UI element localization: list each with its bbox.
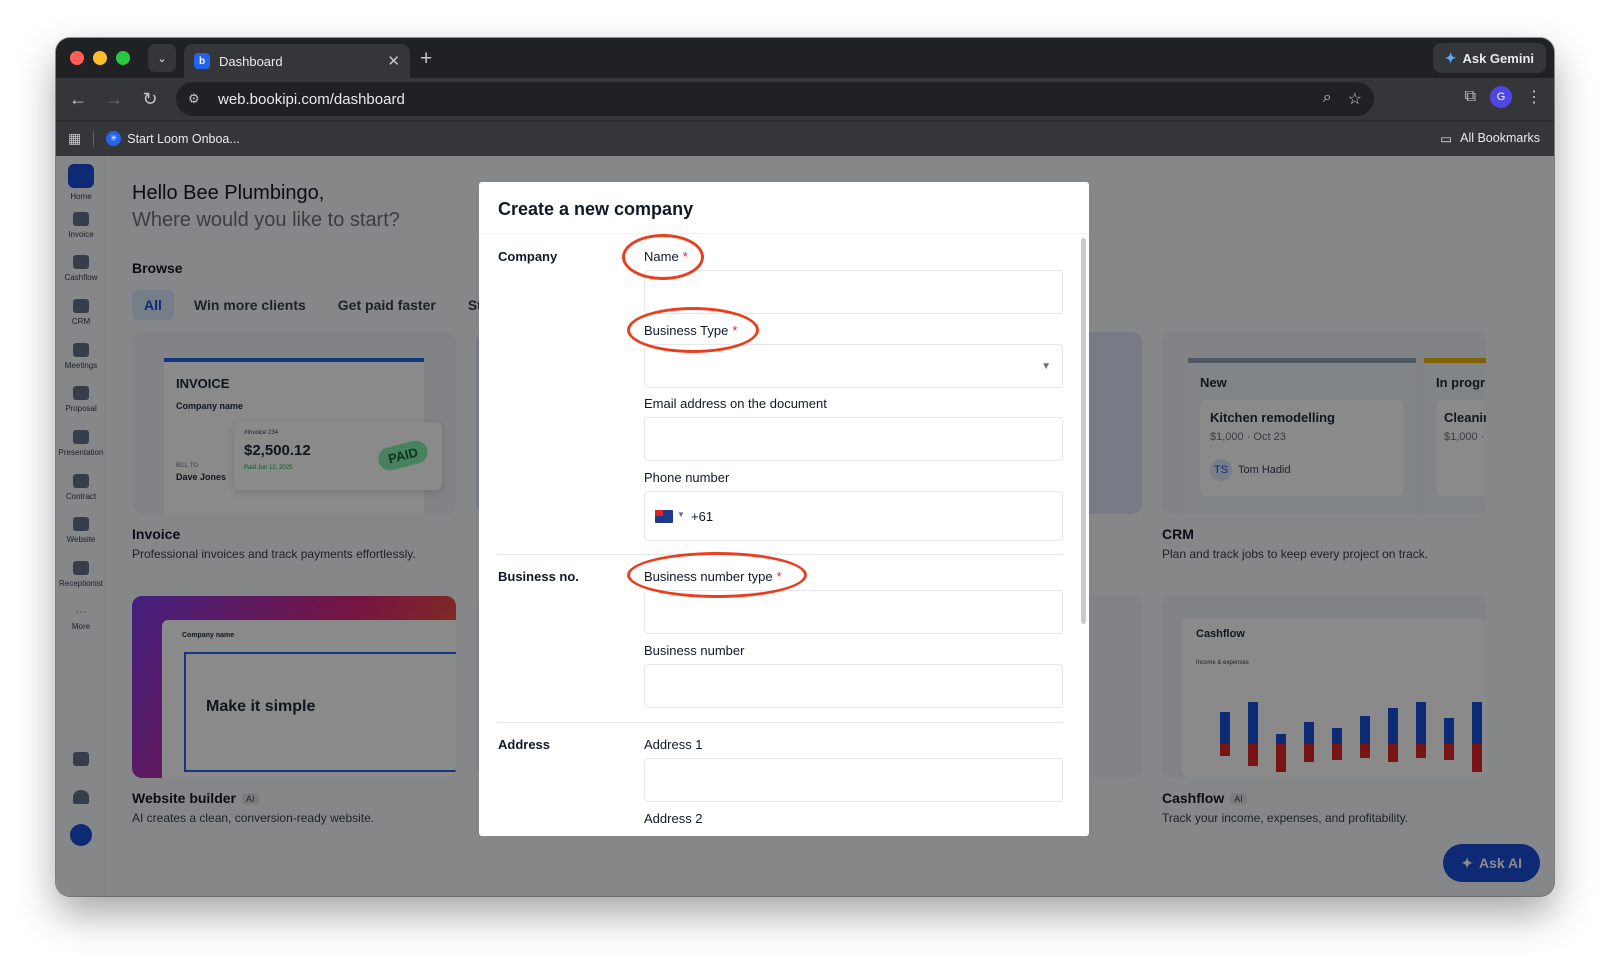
browser-menu-icon[interactable]: ⋮ <box>1526 87 1542 107</box>
zoom-icon[interactable]: ⌕ <box>1323 89 1332 109</box>
chevron-down-icon: ⌄ <box>157 52 167 65</box>
all-bookmarks-button[interactable]: ▭ All Bookmarks <box>1440 131 1540 146</box>
annotation-ring <box>627 307 759 353</box>
tab-dashboard[interactable]: b Dashboard ✕ <box>184 44 410 78</box>
ask-gemini-label: Ask Gemini <box>1462 50 1534 66</box>
tab-title: Dashboard <box>219 53 283 69</box>
loom-icon: ✳ <box>106 131 122 146</box>
section-address: Address <box>498 737 551 752</box>
minimize-window-button[interactable] <box>93 51 107 65</box>
profile-avatar[interactable]: G <box>1490 86 1512 108</box>
gemini-sparkle-icon: ✦ <box>1444 49 1457 66</box>
new-tab-button[interactable]: + <box>420 47 432 71</box>
url-text[interactable]: web.bookipi.com/dashboard <box>218 91 1323 108</box>
bookmark-star-icon[interactable]: ☆ <box>1348 89 1362 109</box>
app-viewport: Home Invoice Cashflow CRM Meetings Propo… <box>56 156 1554 896</box>
bookipi-favicon-icon: b <box>194 53 210 69</box>
bookmark-label: Start Loom Onboa... <box>127 131 240 146</box>
modal-title: Create a new company <box>479 182 1089 234</box>
annotation-ring <box>627 552 807 598</box>
close-window-button[interactable] <box>70 51 84 65</box>
tab-strip: ⌄ b Dashboard ✕ + ✦ Ask Gemini <box>56 38 1554 78</box>
section-company: Company <box>498 249 558 264</box>
create-company-modal: Create a new company Company Name * Busin… <box>479 182 1089 836</box>
section-divider <box>498 554 1062 555</box>
section-divider <box>498 722 1062 723</box>
address2-label: Address 2 <box>644 811 703 826</box>
business-number-field[interactable] <box>644 664 1063 708</box>
section-business-no: Business no. <box>498 569 579 584</box>
close-tab-icon[interactable]: ✕ <box>387 52 400 70</box>
dial-code: +61 <box>691 509 714 524</box>
zoom-window-button[interactable] <box>116 51 130 65</box>
bookmark-loom[interactable]: ✳ Start Loom Onboa... <box>106 131 240 146</box>
business-number-label: Business number <box>644 643 745 658</box>
australia-flag-icon[interactable] <box>655 510 673 523</box>
ask-gemini-button[interactable]: ✦ Ask Gemini <box>1432 43 1546 73</box>
address-bar[interactable]: ⚙ web.bookipi.com/dashboard ⌕ ☆ <box>176 82 1374 116</box>
dropdown-caret-icon: ▼ <box>1041 361 1051 372</box>
email-field[interactable] <box>644 417 1063 461</box>
bookmarks-bar: ▦ ✳ Start Loom Onboa... ▭ All Bookmarks <box>56 120 1554 156</box>
apps-grid-icon[interactable]: ▦ <box>68 130 81 147</box>
site-info-icon[interactable]: ⚙ <box>188 91 210 107</box>
window-controls <box>70 51 130 65</box>
browser-window: ⌄ b Dashboard ✕ + ✦ Ask Gemini ← → ↻ ⚙ w… <box>56 38 1554 896</box>
extensions-icon[interactable]: ⧉ <box>1465 88 1476 106</box>
modal-scrollbar[interactable] <box>1081 238 1086 624</box>
all-bookmarks-label: All Bookmarks <box>1460 131 1540 145</box>
bookmark-divider <box>93 130 95 147</box>
address1-label: Address 1 <box>644 737 703 752</box>
forward-icon[interactable]: → <box>96 89 132 110</box>
reload-icon[interactable]: ↻ <box>132 89 168 110</box>
address1-field[interactable] <box>644 758 1063 802</box>
tab-search-button[interactable]: ⌄ <box>148 44 176 72</box>
back-icon[interactable]: ← <box>60 89 96 110</box>
country-caret-icon[interactable]: ▼ <box>677 510 685 519</box>
email-label: Email address on the document <box>644 396 827 411</box>
phone-label: Phone number <box>644 470 730 485</box>
phone-field[interactable]: ▼ +61 <box>644 491 1063 541</box>
folder-icon: ▭ <box>1440 132 1453 146</box>
browser-toolbar: ← → ↻ ⚙ web.bookipi.com/dashboard ⌕ ☆ ⧉ … <box>56 78 1554 120</box>
annotation-ring <box>622 234 704 280</box>
